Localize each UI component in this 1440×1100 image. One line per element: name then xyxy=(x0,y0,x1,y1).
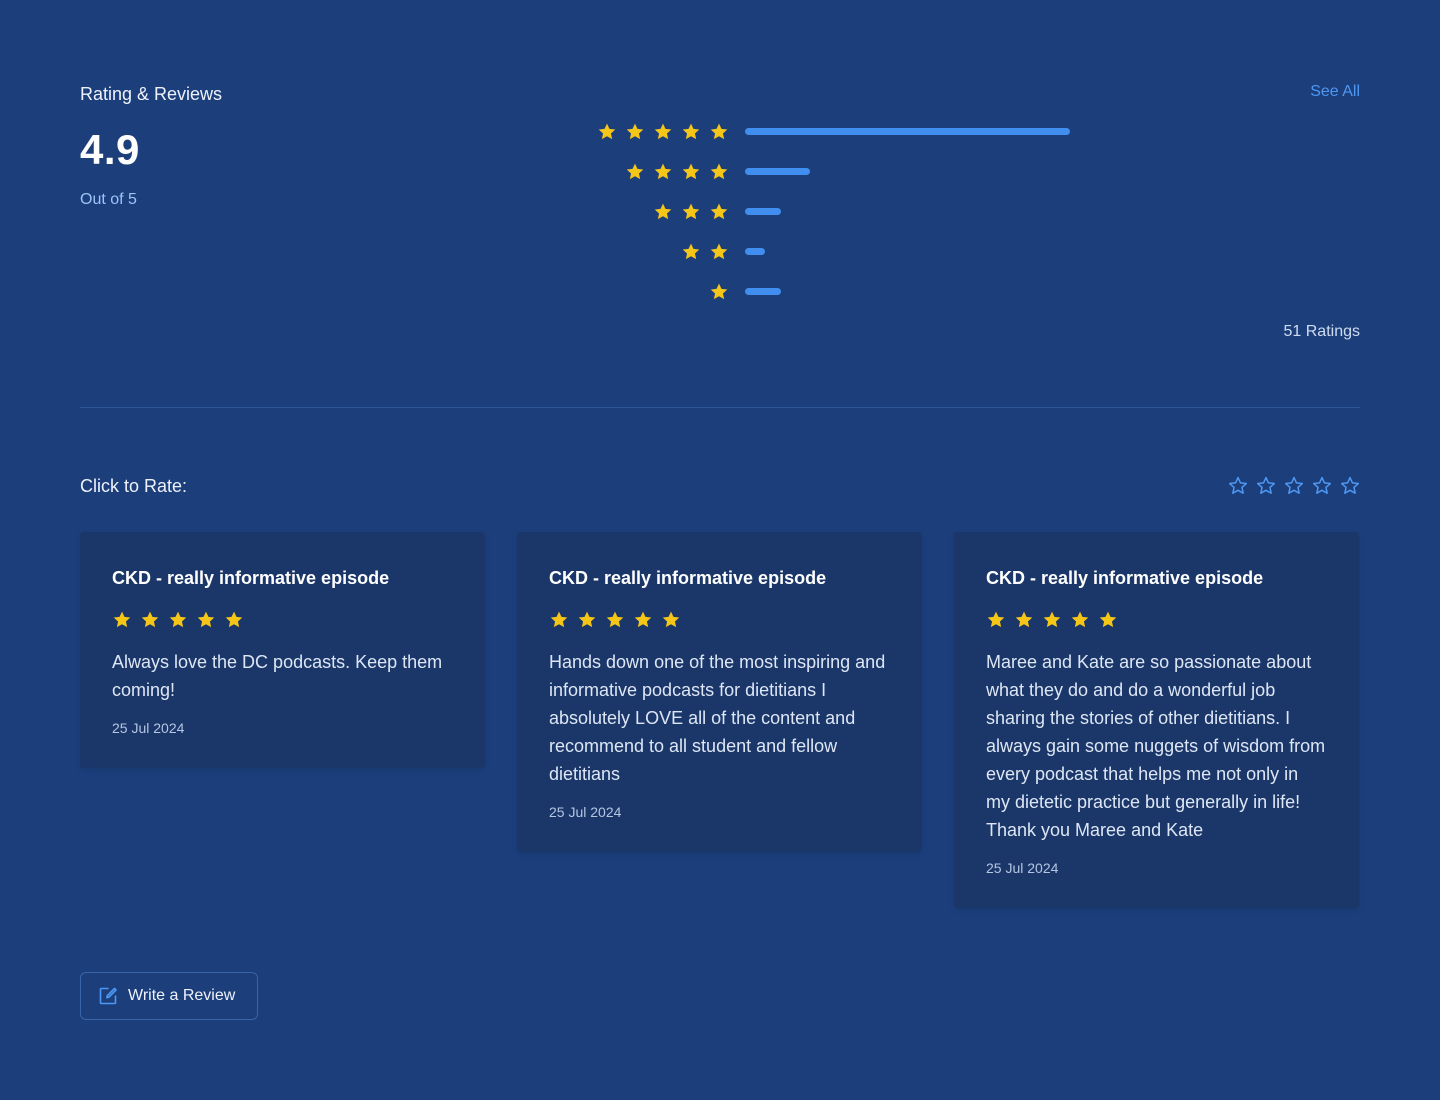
star-outline-icon[interactable] xyxy=(1284,476,1304,496)
star-icon xyxy=(577,610,597,630)
star-icon xyxy=(681,122,701,142)
star-icon xyxy=(625,162,645,182)
distribution-bar-track xyxy=(745,248,1070,256)
edit-icon xyxy=(98,986,118,1006)
distribution-bar-fill xyxy=(745,288,781,295)
distribution-bar-track xyxy=(745,208,1070,216)
star-icon xyxy=(1098,610,1118,630)
review-text: Maree and Kate are so passionate about w… xyxy=(986,652,1326,840)
star-icon xyxy=(661,610,681,630)
star-icon xyxy=(653,162,673,182)
star-outline-icon[interactable] xyxy=(1256,476,1276,496)
ratings-count: 51 Ratings xyxy=(1283,323,1361,340)
review-date: 25 Jul 2024 xyxy=(112,720,185,736)
star-icon xyxy=(224,610,244,630)
star-outline-icon[interactable] xyxy=(1312,476,1332,496)
star-icon xyxy=(681,242,701,262)
distribution-bar-fill xyxy=(745,208,781,215)
section-title: Rating & Reviews xyxy=(80,84,223,104)
distribution-bar-fill xyxy=(745,248,765,255)
star-icon xyxy=(709,202,729,222)
distribution-stars xyxy=(625,162,729,182)
star-icon xyxy=(196,610,216,630)
distribution-bar-fill xyxy=(745,168,810,175)
star-icon xyxy=(709,242,729,262)
review-card: CKD - really informative episode Always … xyxy=(80,532,485,768)
star-icon xyxy=(986,610,1006,630)
distribution-stars xyxy=(653,202,729,222)
distribution-stars xyxy=(597,122,729,142)
review-card: CKD - really informative episode Hands d… xyxy=(517,532,922,852)
review-text: Hands down one of the most inspiring and… xyxy=(549,652,886,784)
star-icon xyxy=(653,122,673,142)
click-to-rate-label: Click to Rate: xyxy=(80,476,188,496)
review-stars xyxy=(112,610,453,630)
distribution-row-4-star xyxy=(590,160,1090,184)
star-icon xyxy=(140,610,160,630)
average-score: 4.9 xyxy=(80,126,140,173)
star-icon xyxy=(605,610,625,630)
review-title: CKD - really informative episode xyxy=(986,568,1264,588)
star-icon xyxy=(597,122,617,142)
star-icon xyxy=(633,610,653,630)
review-card: CKD - really informative episode Maree a… xyxy=(954,532,1359,908)
review-date: 25 Jul 2024 xyxy=(986,860,1059,876)
distribution-stars xyxy=(709,282,729,302)
distribution-stars xyxy=(681,242,729,262)
star-icon xyxy=(1070,610,1090,630)
review-stars xyxy=(986,610,1327,630)
star-icon xyxy=(625,122,645,142)
review-title: CKD - really informative episode xyxy=(112,568,390,588)
review-date: 25 Jul 2024 xyxy=(549,804,622,820)
distribution-bar-track xyxy=(745,288,1070,296)
review-title: CKD - really informative episode xyxy=(549,568,827,588)
section-divider xyxy=(80,407,1360,408)
write-review-button[interactable]: Write a Review xyxy=(80,972,258,1020)
rate-star-picker[interactable] xyxy=(1228,476,1360,496)
distribution-row-1-star xyxy=(590,280,1090,304)
star-icon xyxy=(168,610,188,630)
star-icon xyxy=(1014,610,1034,630)
review-text: Always love the DC podcasts. Keep them c… xyxy=(112,652,443,700)
rating-reviews-page: Rating & Reviews See All 4.9 Out of 5 51… xyxy=(0,0,1440,1100)
star-icon xyxy=(709,282,729,302)
star-outline-icon[interactable] xyxy=(1340,476,1360,496)
review-stars xyxy=(549,610,890,630)
distribution-row-5-star xyxy=(590,120,1090,144)
star-icon xyxy=(709,162,729,182)
distribution-bar-fill xyxy=(745,128,1070,135)
distribution-row-3-star xyxy=(590,200,1090,224)
distribution-bar-track xyxy=(745,128,1070,136)
distribution-bar-track xyxy=(745,168,1070,176)
write-review-label: Write a Review xyxy=(128,987,236,1004)
star-icon xyxy=(709,122,729,142)
score-scale-label: Out of 5 xyxy=(80,191,137,208)
star-icon xyxy=(681,162,701,182)
star-icon xyxy=(681,202,701,222)
star-icon xyxy=(549,610,569,630)
star-icon xyxy=(112,610,132,630)
distribution-row-2-star xyxy=(590,240,1090,264)
star-outline-icon[interactable] xyxy=(1228,476,1248,496)
star-icon xyxy=(1042,610,1062,630)
star-icon xyxy=(653,202,673,222)
see-all-link[interactable]: See All xyxy=(1310,83,1360,101)
